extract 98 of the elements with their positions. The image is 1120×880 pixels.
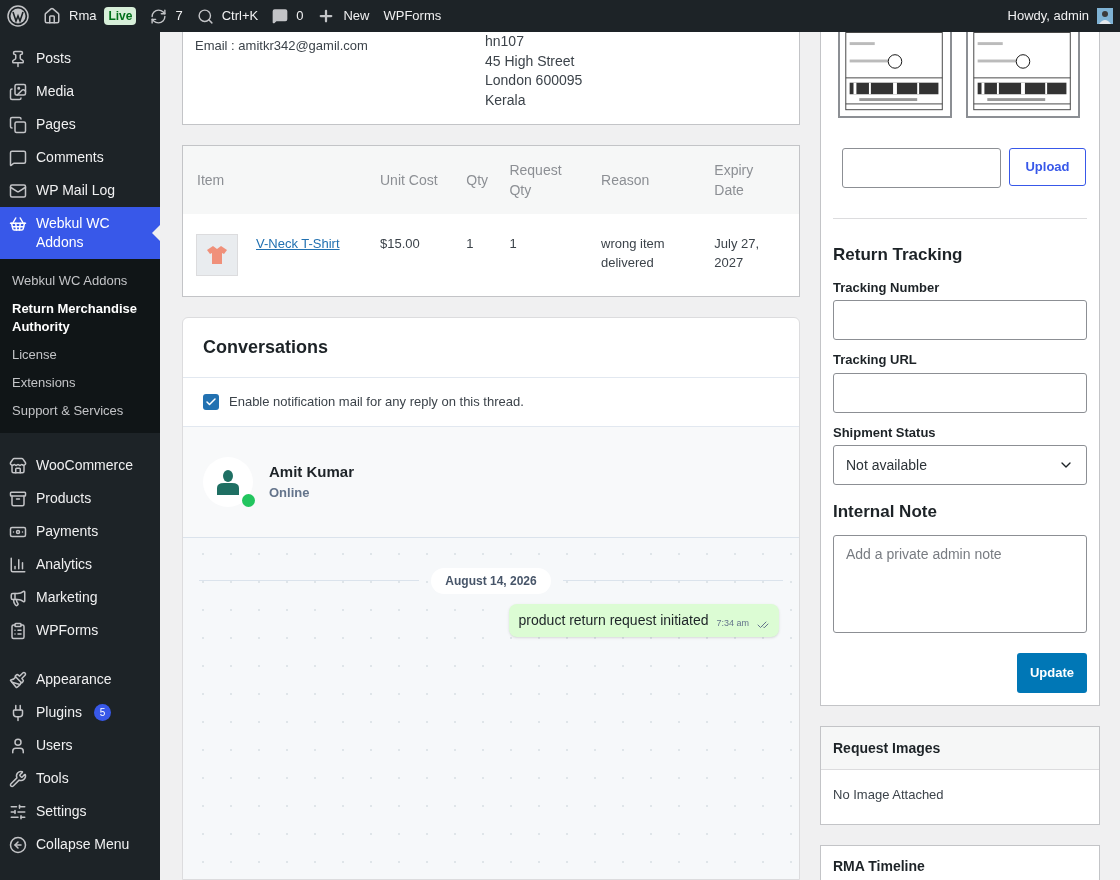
submenu-item[interactable]: License: [0, 341, 160, 369]
sidebar-item[interactable]: Collapse Menu: [0, 828, 160, 861]
message-text: product return request initiated: [518, 610, 709, 630]
field-label: Tracking Number: [833, 278, 941, 297]
submenu-item[interactable]: Extensions: [0, 369, 160, 397]
sidebar-item[interactable]: WooCommerce: [0, 449, 160, 482]
customer-email: Email : amitkr342@gamil.com: [195, 37, 369, 55]
form-icon: [9, 622, 27, 640]
sidebar-item[interactable]: WP Mail Log: [0, 174, 160, 207]
new-link[interactable]: New: [343, 6, 370, 26]
sidebar-item[interactable]: Media: [0, 75, 160, 108]
wrench-icon: [9, 770, 27, 788]
greeting[interactable]: Howdy, admin: [1007, 6, 1089, 26]
bar-chart-icon: [9, 556, 27, 574]
checkmark-icon: [205, 395, 217, 408]
site-name[interactable]: Rma: [69, 6, 97, 26]
collapse-icon: [9, 836, 27, 854]
product-link[interactable]: V-Neck T-Shirt: [256, 236, 340, 251]
table-cell: $15.00: [380, 236, 420, 251]
column-header: Request Qty: [509, 161, 563, 200]
sidebar-item[interactable]: Analytics: [0, 548, 160, 581]
conversations-heading: Conversations: [203, 337, 329, 357]
file-input[interactable]: [842, 148, 1001, 188]
notification-checkbox[interactable]: [203, 393, 219, 410]
speech-bubble-icon: [9, 149, 27, 167]
message-time: 7:34 am: [716, 617, 749, 630]
sidebar-item[interactable]: Posts: [0, 42, 160, 75]
column-header: Qty: [466, 171, 490, 190]
address-line: Kerala: [485, 90, 527, 110]
settings-icon: [9, 803, 27, 821]
pages-icon: [9, 116, 27, 134]
updates-count[interactable]: 7: [175, 6, 183, 26]
column-header: Reason: [601, 171, 651, 190]
upload-button[interactable]: Upload: [1009, 148, 1086, 186]
basket-icon: [9, 215, 27, 233]
submenu-item[interactable]: Webkul WC Addons: [0, 267, 160, 295]
search-icon[interactable]: [196, 7, 214, 25]
sidebar-item[interactable]: WPForms: [0, 614, 160, 647]
field-label: Shipment Status: [833, 423, 937, 442]
notification-label[interactable]: Enable notification mail for any reply on this thread.: [229, 392, 524, 412]
sidebar-item[interactable]: Products: [0, 482, 160, 515]
submenu-item[interactable]: Support & Services: [0, 397, 160, 425]
table-cell: 1: [509, 236, 517, 251]
sidebar-item[interactable]: Appearance: [0, 663, 160, 696]
table-cell-text: July 27, 2027: [714, 235, 761, 272]
wordpress-logo-icon[interactable]: [7, 5, 29, 27]
media-icon: [9, 83, 27, 101]
sidebar-item[interactable]: Users: [0, 729, 160, 762]
field-label: Tracking URL: [833, 351, 918, 369]
sidebar-item[interactable]: Comments: [0, 141, 160, 174]
comments-count[interactable]: 0: [296, 6, 304, 26]
pin-icon: [9, 50, 27, 68]
updates-icon[interactable]: [150, 7, 168, 25]
column-header: Unit Cost: [380, 171, 439, 190]
sidebar-item[interactable]: Settings: [0, 795, 160, 828]
shipment-status-select[interactable]: Not available: [833, 445, 1087, 485]
column-header: Item: [197, 171, 226, 190]
megaphone-icon: [9, 589, 27, 607]
search-shortcut[interactable]: Ctrl+K: [221, 6, 259, 26]
wpforms-link[interactable]: WPForms: [383, 6, 442, 26]
store-icon: [9, 457, 27, 475]
sidebar-item[interactable]: Webkul WC Addons: [0, 207, 160, 259]
home-icon[interactable]: [43, 7, 61, 25]
date-separator: August 14, 2026: [431, 567, 551, 594]
sidebar-item[interactable]: Marketing: [0, 581, 160, 614]
user-icon: [9, 737, 27, 755]
rma-timeline-heading: RMA Timeline: [833, 857, 925, 874]
internal-note-heading: Internal Note: [833, 501, 938, 523]
tracking-input[interactable]: [833, 372, 1087, 413]
return-tracking-heading: Return Tracking: [833, 244, 964, 266]
person-icon: [216, 468, 240, 495]
contact-name: Amit Kumar: [269, 461, 354, 482]
contact-status: Online: [269, 484, 311, 502]
update-button[interactable]: Update: [1016, 652, 1087, 693]
count-badge: 5: [93, 704, 111, 721]
archive-icon: [9, 490, 27, 508]
live-badge: Live: [104, 7, 137, 25]
sidebar-item[interactable]: Tools: [0, 762, 160, 795]
current-item-pointer: [152, 225, 160, 241]
address-line: London 600095: [485, 71, 583, 90]
address-line: 45 High Street: [485, 51, 576, 71]
sidebar-item[interactable]: Pages: [0, 108, 160, 141]
tracking-input[interactable]: [833, 300, 1087, 340]
address-line: hn107: [485, 32, 525, 51]
table-cell-text: wrong item delivered: [601, 235, 666, 272]
sidebar-item[interactable]: Plugins 5: [0, 696, 160, 729]
paintbrush-icon: [9, 671, 27, 689]
comments-icon[interactable]: [272, 8, 289, 24]
column-header: Expiry Date: [714, 161, 755, 200]
avatar-icon[interactable]: [1097, 8, 1113, 24]
no-image-text: No Image Attached: [833, 786, 944, 802]
submenu-item[interactable]: Return Merchandise Authority: [0, 295, 160, 341]
request-images-heading: Request Images: [833, 739, 941, 756]
t-shirt-icon: [206, 245, 228, 265]
table-cell: 1: [466, 236, 474, 251]
envelope-icon: [9, 182, 27, 200]
sidebar-item[interactable]: Payments: [0, 515, 160, 548]
internal-note-field[interactable]: Add a private admin note: [833, 534, 1087, 633]
